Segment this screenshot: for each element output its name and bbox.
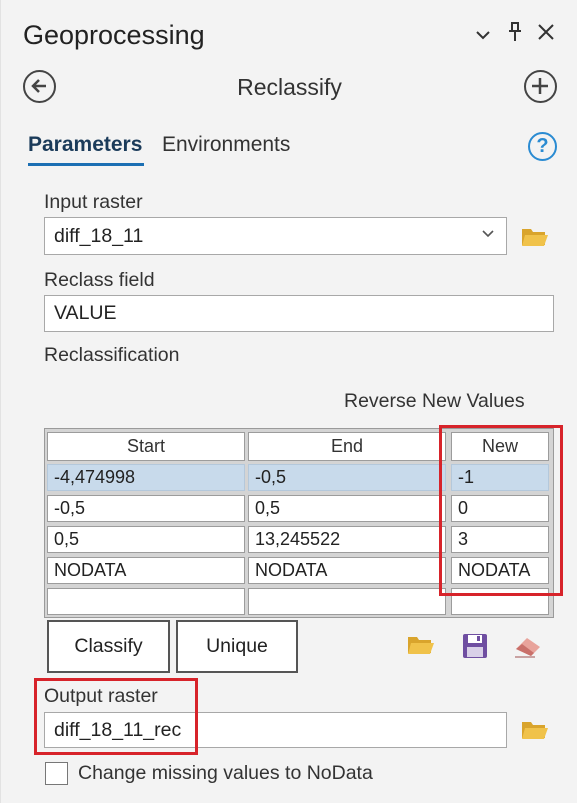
table-cell-end[interactable]: 0,5 <box>248 495 446 522</box>
table-cell-end[interactable]: NODATA <box>248 557 446 584</box>
table-cell-new[interactable]: -1 <box>451 464 549 491</box>
output-raster-input[interactable]: diff_18_11_rec <box>44 712 507 748</box>
table-cell-start[interactable]: NODATA <box>47 557 245 584</box>
input-raster-select[interactable]: diff_18_11 <box>44 217 507 255</box>
geoprocessing-pane: Geoprocessing Reclassify Parameters Envi… <box>0 0 577 803</box>
output-raster-value: diff_18_11_rec <box>54 718 182 741</box>
input-raster-label: Input raster <box>44 191 143 213</box>
help-icon[interactable]: ? <box>528 132 557 161</box>
change-missing-values-checkbox[interactable] <box>45 762 68 785</box>
open-remap-folder-icon[interactable] <box>407 633 435 659</box>
column-header-end[interactable]: End <box>248 432 446 461</box>
add-button[interactable] <box>524 70 557 103</box>
table-cell-end[interactable] <box>248 588 446 615</box>
change-missing-values-label[interactable]: Change missing values to NoData <box>78 762 373 785</box>
tab-parameters[interactable]: Parameters <box>28 133 142 157</box>
close-icon[interactable] <box>534 22 558 48</box>
save-icon[interactable] <box>462 633 490 659</box>
chevron-down-icon <box>482 225 494 243</box>
browse-input-folder-icon[interactable] <box>521 226 549 248</box>
table-cell-end[interactable]: 13,245522 <box>248 526 446 553</box>
pane-title: Geoprocessing <box>23 20 205 50</box>
reclassification-table: Start End New -4,474998 -0,5 -1 -0,5 0,5… <box>44 428 554 618</box>
reclass-field-select[interactable]: VALUE <box>44 295 554 332</box>
eraser-icon[interactable] <box>513 633 541 659</box>
table-cell-new[interactable] <box>451 588 549 615</box>
tab-active-indicator <box>28 163 144 166</box>
table-cell-new[interactable]: 3 <box>451 526 549 553</box>
table-cell-new[interactable]: NODATA <box>451 557 549 584</box>
reclass-field-label: Reclass field <box>44 269 155 291</box>
tab-environments[interactable]: Environments <box>162 133 290 157</box>
chevron-down-icon[interactable] <box>471 22 495 48</box>
table-cell-end[interactable]: -0,5 <box>248 464 446 491</box>
tool-title: Reclassify <box>237 74 342 100</box>
table-cell-new[interactable]: 0 <box>451 495 549 522</box>
pin-icon[interactable] <box>503 22 527 48</box>
plus-circle-icon <box>532 78 548 94</box>
reclassification-label: Reclassification <box>44 344 180 366</box>
column-header-start[interactable]: Start <box>47 432 245 461</box>
column-header-new[interactable]: New <box>451 432 549 461</box>
output-raster-label: Output raster <box>44 685 158 707</box>
table-cell-start[interactable]: -4,474998 <box>47 464 245 491</box>
unique-button[interactable]: Unique <box>176 620 298 673</box>
table-cell-start[interactable] <box>47 588 245 615</box>
reverse-new-values-link[interactable]: Reverse New Values <box>344 390 525 413</box>
reclass-field-value: VALUE <box>54 302 117 324</box>
browse-output-folder-icon[interactable] <box>521 719 549 741</box>
table-cell-start[interactable]: -0,5 <box>47 495 245 522</box>
table-cell-start[interactable]: 0,5 <box>47 526 245 553</box>
classify-button[interactable]: Classify <box>47 620 170 673</box>
input-raster-value: diff_18_11 <box>54 224 144 247</box>
